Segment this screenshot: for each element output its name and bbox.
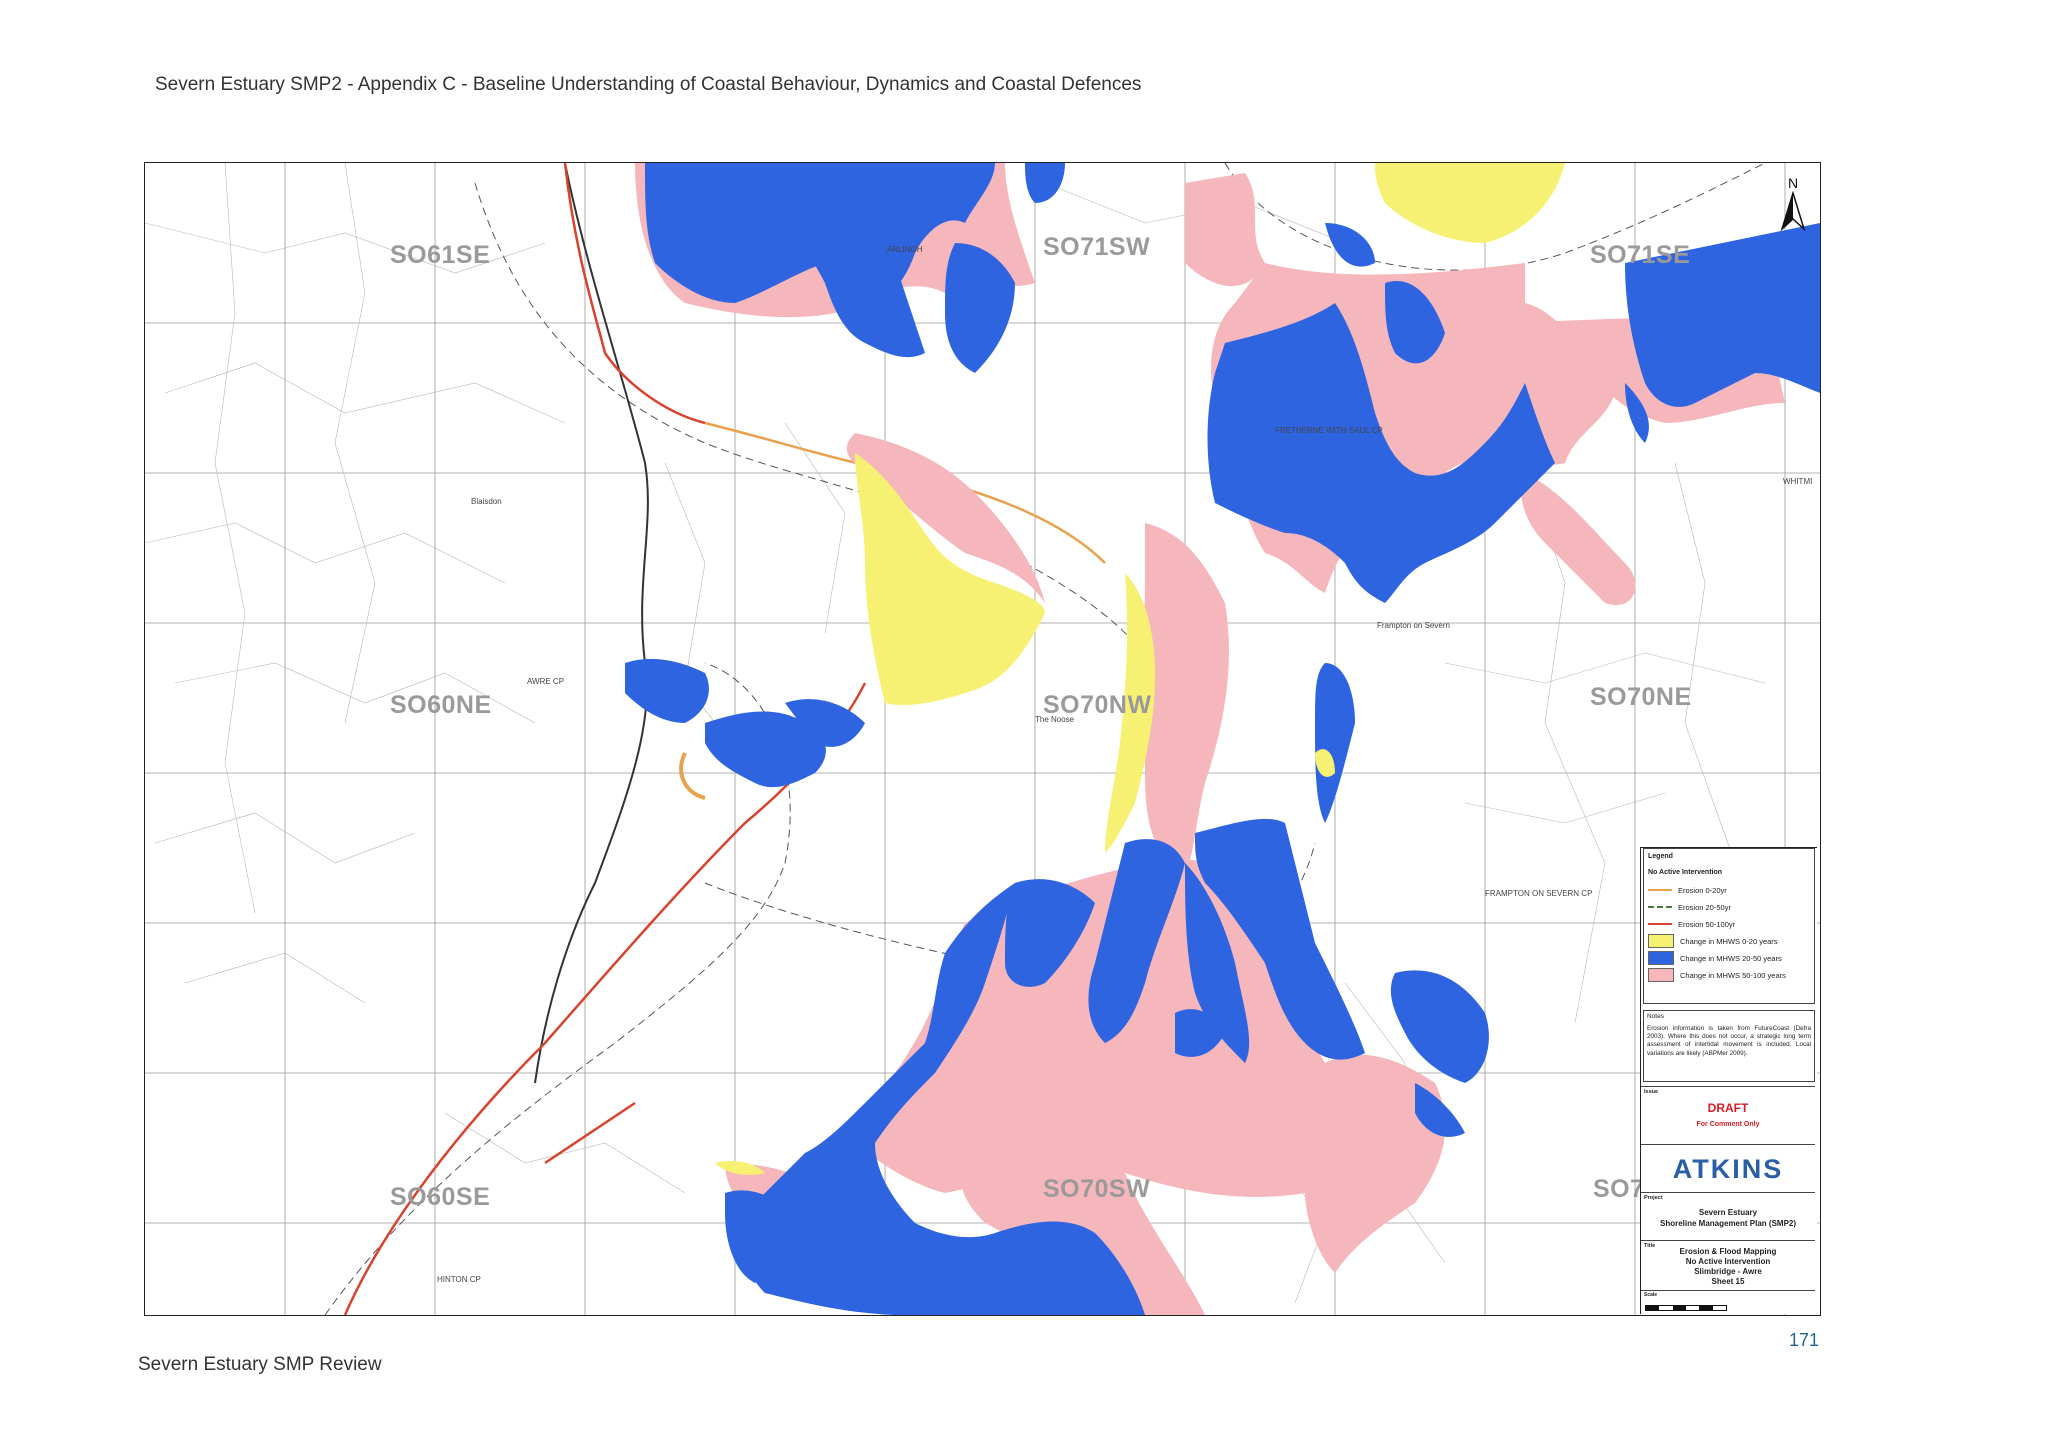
place-label-awre: AWRE CP [527,677,565,686]
sheet-label-so70ne: SO70NE [1590,683,1692,711]
legend-label: Change in MHWS 20-50 years [1680,953,1782,963]
map-canvas [145,163,1820,1315]
issue-box: Issue DRAFT For Comment Only [1641,1086,1815,1145]
scale-box: Scale [1641,1290,1815,1315]
project-text: Severn Estuary Shoreline Management Plan… [1641,1207,1815,1229]
legend-item-mhws-0-20: Change in MHWS 0-20 years [1648,934,1778,948]
page-header: Severn Estuary SMP2 - Appendix C - Basel… [155,74,1142,95]
title-line3: Slimbridge - Awre [1694,1267,1762,1276]
north-label: N [1787,175,1799,191]
legend-item-mhws-20-50: Change in MHWS 20-50 years [1648,951,1782,965]
map-frame: SO61SE SO71SW SO71SE SO60NE SO70NW SO70N… [144,162,1821,1316]
legend-label: Erosion 50-100yr [1678,919,1736,929]
legend-swatch-pink [1648,968,1674,982]
sheet-label-so60ne: SO60NE [390,691,492,719]
legend-label: Erosion 0-20yr [1678,885,1727,895]
place-label-fretherne: FRETHERNE WITH SAUL CP [1275,426,1383,435]
legend: Legend No Active Intervention Erosion 0-… [1643,848,1815,1004]
draft-status: DRAFT [1707,1101,1749,1115]
scale-bar [1645,1305,1727,1311]
notes-text: Erosion information is taken from Future… [1647,1025,1811,1057]
project-box: Project Severn Estuary Shoreline Managem… [1641,1192,1815,1241]
legend-swatch-yellow [1648,934,1674,948]
project-label: Project [1644,1195,1663,1201]
legend-line-erosion-20-50 [1648,906,1672,908]
legend-subtitle: No Active Intervention [1648,869,1723,876]
place-label-whitminster: WHITMI [1783,477,1813,486]
page-footer: Severn Estuary SMP Review [138,1354,382,1375]
legend-item-erosion-20-50: Erosion 20-50yr [1648,900,1731,914]
map-title-box: Title Erosion & Flood Mapping No Active … [1641,1240,1815,1291]
atkins-logo: ATKINS [1672,1154,1784,1184]
logo-box: ATKINS [1641,1144,1815,1193]
legend-title: Legend [1648,853,1673,860]
place-label-blaisdon: Blaisdon [471,497,502,506]
legend-label: Change in MHWS 0-20 years [1680,936,1778,946]
place-label-frampton-cp: FRAMPTON ON SEVERN CP [1485,889,1593,898]
legend-line-erosion-50-100 [1648,923,1672,925]
sheet-label-so71sw: SO71SW [1043,233,1151,261]
sheet-label-so71se: SO71SE [1590,241,1691,269]
project-line2: Shoreline Management Plan (SMP2) [1659,1219,1797,1228]
legend-item-erosion-50-100: Erosion 50-100yr [1648,917,1735,931]
legend-line-erosion-0-20 [1648,889,1672,891]
sheet-label-so7: SO7 [1593,1175,1645,1203]
notes-title: Notes [1647,1013,1664,1020]
north-arrow-icon [1780,190,1806,232]
sheet-label-so60se: SO60SE [390,1183,491,1211]
notes-box: Notes Erosion information is taken from … [1643,1010,1815,1082]
project-line1: Severn Estuary [1698,1208,1758,1217]
legend-item-erosion-0-20: Erosion 0-20yr [1648,883,1727,897]
place-label-the-noose: The Noose [1035,715,1075,724]
issue-label: Issue [1644,1089,1659,1095]
legend-label: Erosion 20-50yr [1678,902,1731,912]
erosion-line-south-coast [544,1101,636,1165]
title-line1: Erosion & Flood Mapping [1679,1247,1777,1256]
sheet-label-so70sw: SO70SW [1043,1175,1151,1203]
map-title: Erosion & Flood Mapping No Active Interv… [1641,1247,1815,1287]
title-line4: Sheet 15 [1711,1277,1745,1286]
north-arrow: N [1778,175,1808,236]
legend-item-mhws-50-100: Change in MHWS 50-100 years [1648,968,1786,982]
erosion-hook [679,752,706,800]
title-block: Legend No Active Intervention Erosion 0-… [1640,847,1817,1314]
title-line2: No Active Intervention [1685,1257,1771,1266]
status-note: For Comment Only [1696,1121,1760,1128]
place-label-frampton-on-severn: Frampton on Severn [1377,621,1450,630]
legend-label: Change in MHWS 50-100 years [1680,970,1786,980]
legend-swatch-blue [1648,951,1674,965]
place-label-hinton: HINTON CP [437,1275,481,1284]
page-number: 171 [1788,1330,1819,1350]
place-label-arlingham: ARLINGH [887,245,923,254]
scale-label: Scale [1644,1292,1658,1298]
sheet-label-so61se: SO61SE [390,241,491,269]
